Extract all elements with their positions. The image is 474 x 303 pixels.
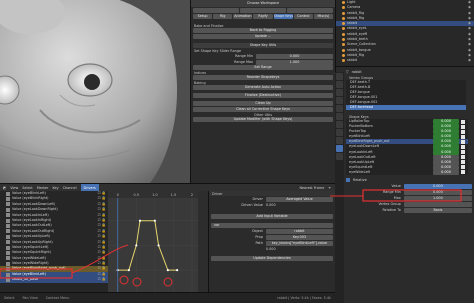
annotation-circle-1 [119,275,129,285]
annotation-overlay [0,189,462,287]
annotation-circle-3 [163,277,173,287]
annotation-arrow-1 [71,244,129,274]
annotation-box-shapekey [362,189,462,202]
annotation-box-channel [0,268,73,279]
annotation-circle-2 [132,277,142,287]
